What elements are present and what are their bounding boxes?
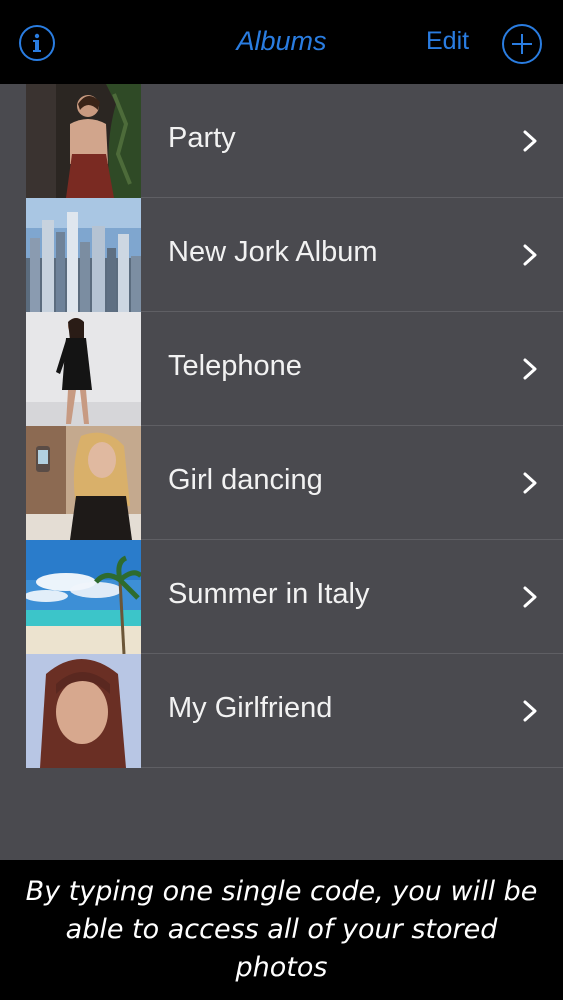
album-name: New Jork Album bbox=[168, 236, 378, 268]
album-row-new-jork-album[interactable]: New Jork Album bbox=[0, 198, 563, 312]
album-thumbnail bbox=[26, 426, 141, 540]
chevron-right-icon bbox=[523, 130, 537, 152]
chevron-right-icon bbox=[523, 358, 537, 380]
promo-caption: By typing one single code, you will be a… bbox=[0, 860, 563, 1000]
album-row-summer-in-italy[interactable]: Summer in Italy bbox=[0, 540, 563, 654]
page-title: Albums bbox=[236, 26, 327, 56]
album-thumbnail bbox=[26, 312, 141, 426]
add-album-button[interactable] bbox=[502, 24, 542, 64]
album-name: Party bbox=[168, 122, 236, 154]
chevron-right-icon bbox=[523, 244, 537, 266]
row-separator bbox=[141, 767, 563, 768]
album-thumbnail bbox=[26, 198, 141, 312]
album-row-girl-dancing[interactable]: Girl dancing bbox=[0, 426, 563, 540]
chevron-right-icon bbox=[523, 700, 537, 722]
promo-caption-text: By typing one single code, you will be a… bbox=[25, 876, 538, 983]
album-row-telephone[interactable]: Telephone bbox=[0, 312, 563, 426]
album-name: Telephone bbox=[168, 350, 302, 382]
navigation-bar: Albums Edit bbox=[0, 0, 563, 84]
album-thumbnail bbox=[26, 84, 141, 198]
album-list: Party New Jork Album Telephone Girl danc… bbox=[0, 84, 563, 860]
album-name: Girl dancing bbox=[168, 464, 323, 496]
album-thumbnail bbox=[26, 540, 141, 654]
edit-button[interactable]: Edit bbox=[426, 27, 469, 56]
chevron-right-icon bbox=[523, 586, 537, 608]
album-row-my-girlfriend[interactable]: My Girlfriend bbox=[0, 654, 563, 768]
album-name: Summer in Italy bbox=[168, 578, 370, 610]
album-row-party[interactable]: Party bbox=[0, 84, 563, 198]
plus-icon bbox=[512, 34, 532, 54]
album-name: My Girlfriend bbox=[168, 692, 333, 724]
album-thumbnail bbox=[26, 654, 141, 768]
chevron-right-icon bbox=[523, 472, 537, 494]
